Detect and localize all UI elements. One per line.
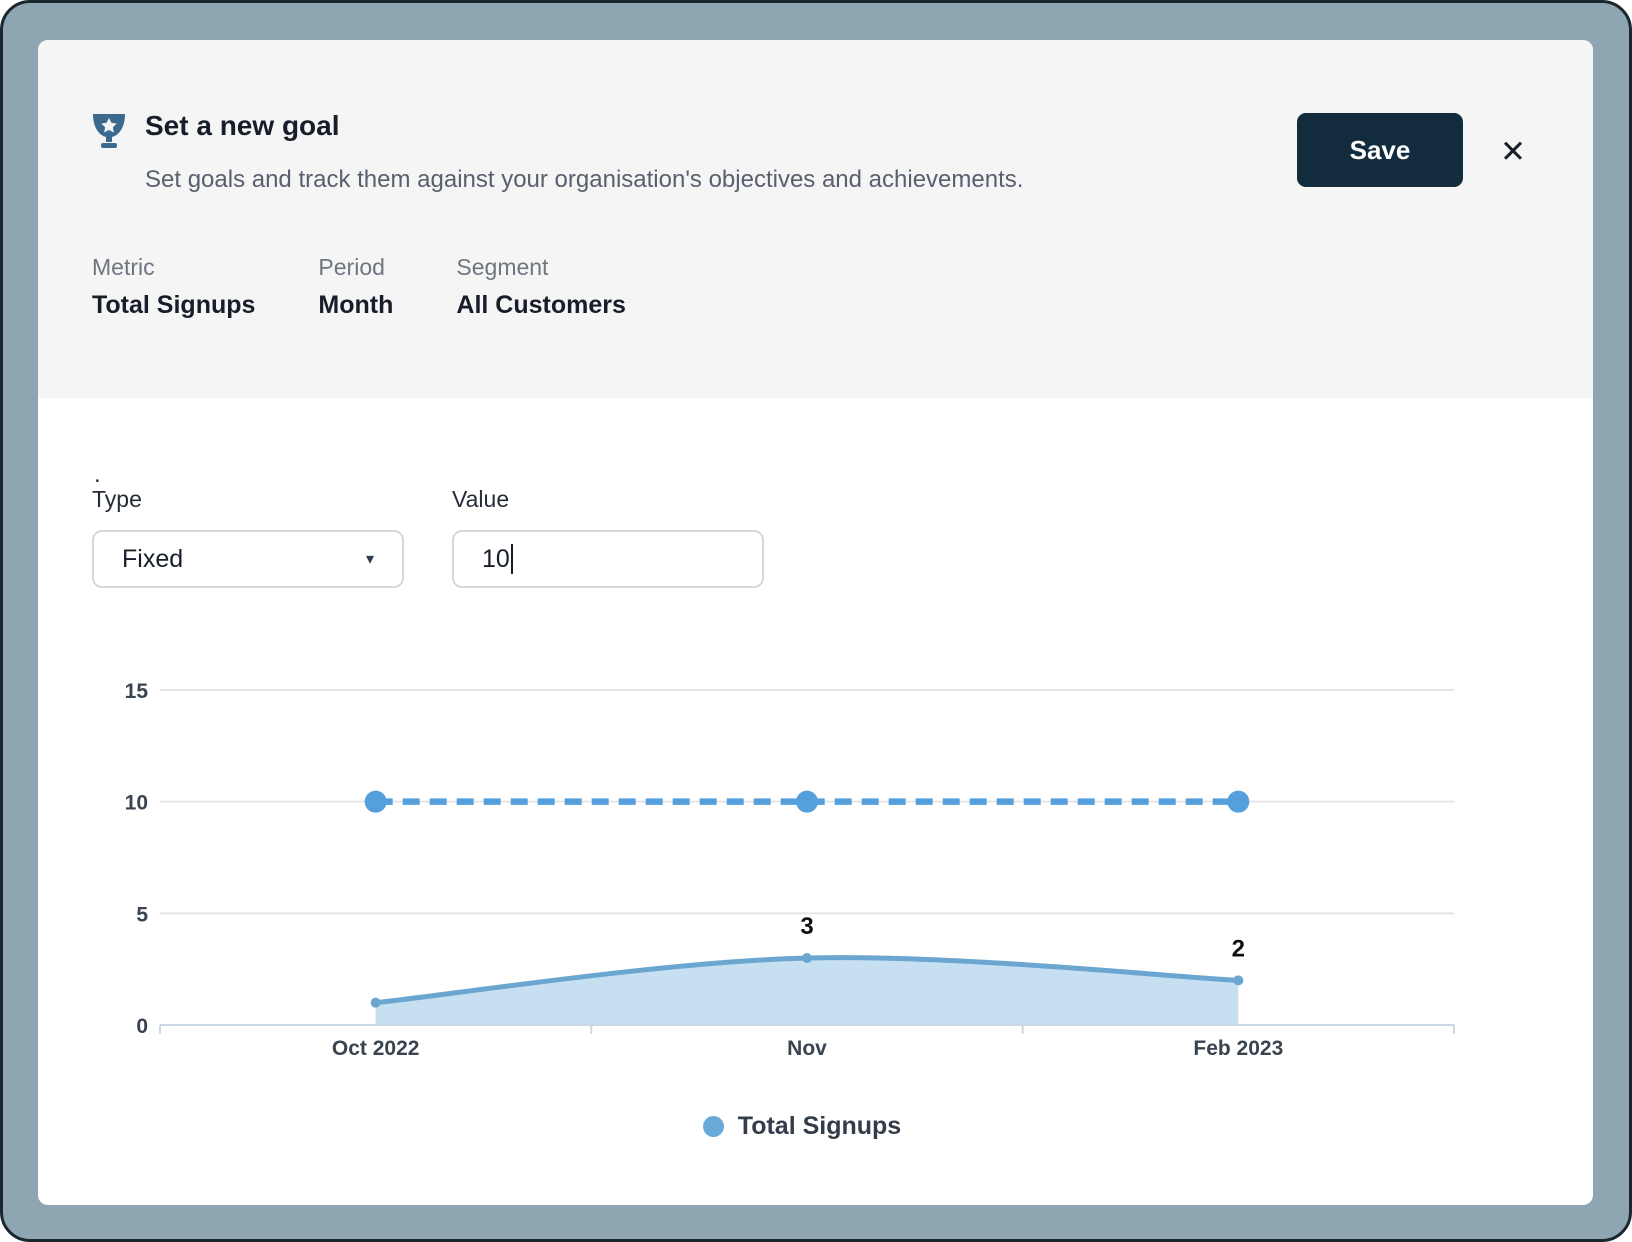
stray-period-text: . [94, 470, 101, 480]
meta-period: Period Month [318, 254, 393, 320]
segment-label: Segment [456, 254, 625, 281]
modal-subtitle: Set goals and track them against your or… [145, 166, 1023, 194]
period-value: Month [318, 291, 393, 320]
legend-label: Total Signups [738, 1112, 901, 1141]
metric-label: Metric [92, 254, 255, 281]
svg-text:Oct 2022: Oct 2022 [332, 1037, 420, 1060]
svg-text:Nov: Nov [787, 1037, 827, 1060]
legend-dot-icon [703, 1116, 724, 1137]
metric-value: Total Signups [92, 291, 255, 320]
meta-metric: Metric Total Signups [92, 254, 255, 320]
type-select[interactable]: Fixed ▾ [92, 530, 404, 588]
svg-text:3: 3 [800, 913, 813, 940]
type-label: Type [92, 486, 142, 513]
chart-legend[interactable]: Total Signups [92, 1112, 1512, 1141]
svg-text:5: 5 [136, 903, 148, 926]
text-cursor [511, 544, 513, 574]
svg-text:Feb 2023: Feb 2023 [1193, 1037, 1283, 1060]
value-input[interactable]: 10 [452, 530, 764, 588]
save-button[interactable]: Save [1297, 113, 1463, 187]
svg-text:0: 0 [136, 1015, 148, 1038]
goal-meta-row: Metric Total Signups Period Month Segmen… [92, 254, 626, 320]
modal-title: Set a new goal [145, 110, 340, 142]
svg-text:15: 15 [125, 680, 149, 703]
svg-text:10: 10 [125, 792, 148, 815]
modal-header: Set a new goal Set goals and track them … [38, 40, 1593, 398]
trophy-icon [88, 108, 130, 150]
segment-value: All Customers [456, 291, 625, 320]
set-goal-modal: Set a new goal Set goals and track them … [38, 40, 1593, 1205]
value-label: Value [452, 486, 509, 513]
type-select-value: Fixed [122, 545, 183, 574]
close-icon[interactable]: ✕ [1489, 128, 1537, 176]
value-input-text: 10 [482, 545, 510, 574]
period-label: Period [318, 254, 393, 281]
desktop-background: Set a new goal Set goals and track them … [0, 0, 1632, 1242]
meta-segment: Segment All Customers [456, 254, 625, 320]
svg-text:2: 2 [1232, 935, 1245, 962]
chevron-down-icon: ▾ [366, 549, 374, 569]
goal-chart: 0 5 10 15 3 2 Oct 2022 Nov Feb 2023 [92, 640, 1512, 1060]
